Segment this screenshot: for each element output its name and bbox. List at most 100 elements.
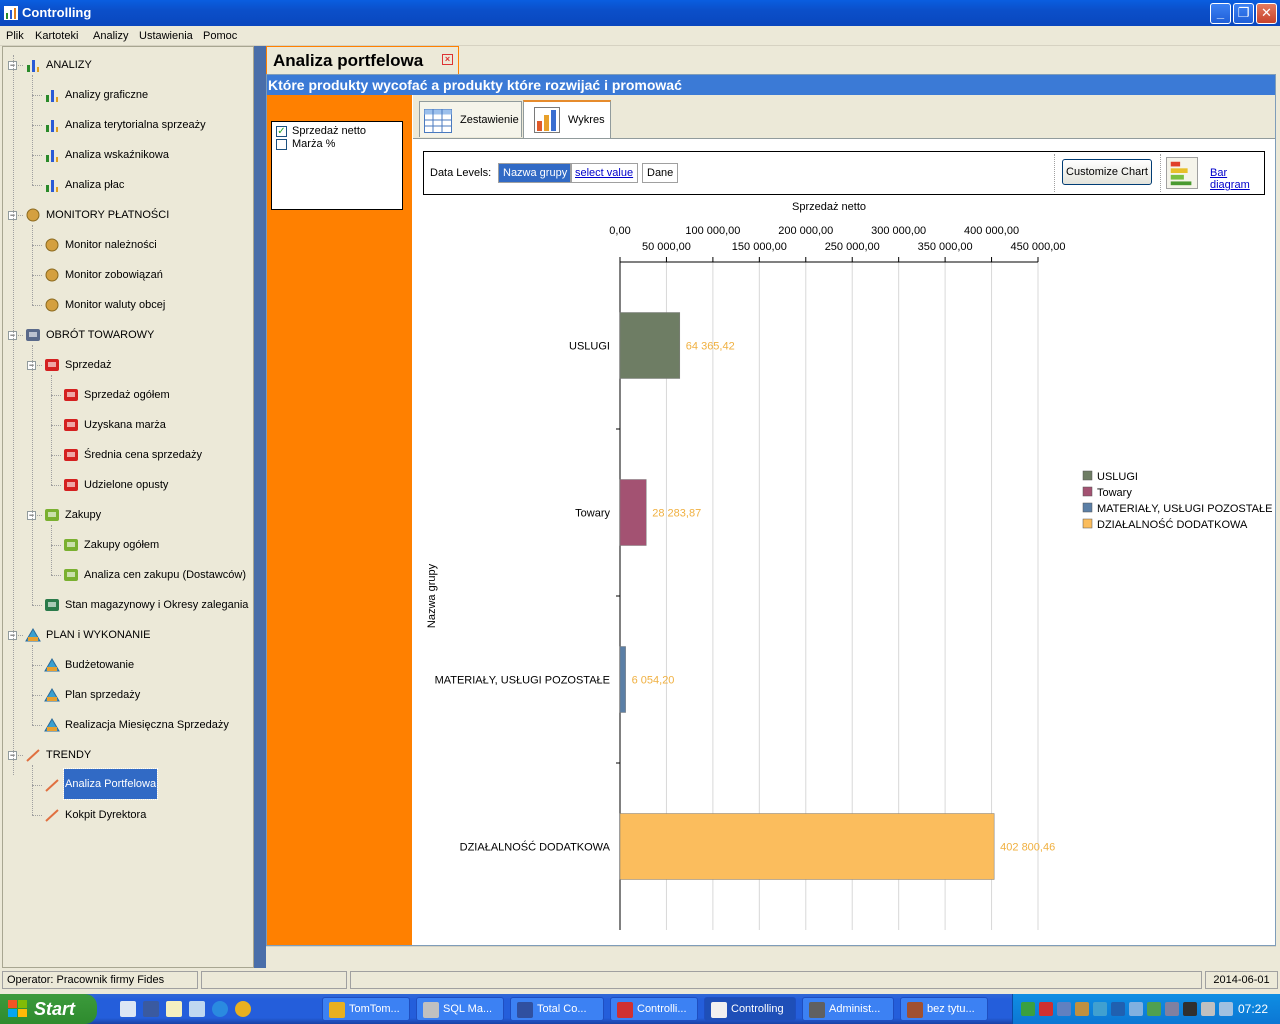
bar [619,646,626,713]
tray-icon[interactable] [1201,1002,1215,1016]
taskbar-task[interactable]: TomTom... [322,997,410,1021]
measure-list: ✓ Sprzedaż netto Marża % [271,121,403,210]
legend-swatch [1082,470,1093,481]
close-button[interactable]: ✕ [1256,3,1277,24]
tray-icon[interactable] [1111,1002,1125,1016]
tree-item-label: PLAN i WYKONANIE [46,629,151,641]
taskbar-task[interactable]: Total Co... [510,997,604,1021]
tray-icon[interactable] [1021,1002,1035,1016]
taskbar-task-label: Total Co... [537,1003,587,1015]
red-cart-icon [63,387,79,403]
chart-area: Zestawienie Wykres Data Levels: Nazwa gr… [413,95,1275,945]
menu-kartoteki[interactable]: Kartoteki [35,30,78,42]
chrome-icon[interactable] [235,1001,251,1017]
tab-zestawienie[interactable]: Zestawienie [419,101,522,137]
status-cell-empty [350,971,1202,989]
tree-item-label: Udzielone opusty [84,479,169,491]
task-app-icon [711,1002,727,1018]
tree-connector [32,785,42,786]
tray-icon[interactable] [1183,1002,1197,1016]
tree-item-label: Monitor zobowiązań [65,269,163,281]
legend-label: DZIAŁALNOŚĆ DODATKOWA [1097,518,1248,531]
tray-icon[interactable] [1147,1002,1161,1016]
tree-item-label: Zakupy [65,509,102,521]
tray-icon[interactable] [1165,1002,1179,1016]
tree-connector [32,815,42,816]
tree-connector [51,575,61,576]
taskbar-task-label: Administ... [829,1003,881,1015]
trend-icon [44,807,60,823]
document-tab[interactable]: Analiza portfelowa × [266,46,459,74]
menu-ustawienia[interactable]: Ustawienia [139,30,193,42]
tree-item-label: Realizacja Miesięczna Sprzedaży [65,719,229,731]
category-label: Towary [575,508,610,520]
basket-icon [44,597,60,613]
tray-icon[interactable] [1057,1002,1071,1016]
quicklaunch-icon[interactable] [189,1001,205,1017]
ie-icon[interactable] [212,1001,228,1017]
tree-connector [51,425,61,426]
data-label: 402 800,46 [1000,842,1055,854]
taskbar-task-label: bez tytu... [927,1003,975,1015]
taskbar-task[interactable]: SQL Ma... [416,997,504,1021]
taskbar-task[interactable]: Administ... [802,997,894,1021]
minimize-button[interactable]: _ [1210,3,1231,24]
quicklaunch-icon[interactable] [166,1001,182,1017]
taskbar-task[interactable]: Controlling [704,997,796,1021]
tray-icon[interactable] [1093,1002,1107,1016]
horizontal-scrollbar[interactable] [266,946,1276,966]
tree-item-label: Średnia cena sprzedaży [84,449,203,461]
tree-connector [51,395,61,396]
legend-swatch [1082,502,1093,513]
clock: 07:22 [1238,1002,1269,1016]
legend-label: MATERIAŁY, USŁUGI POZOSTAŁE [1097,503,1272,515]
tab-close-icon[interactable]: × [442,54,453,65]
tree-item-label: Analiza terytorialna sprzeaży [65,119,206,131]
tree-connector [32,345,33,605]
taskbar-task-label: SQL Ma... [443,1003,493,1015]
tree-connector [32,695,42,696]
menu-pomoc[interactable]: Pomoc [203,30,237,42]
splitter[interactable] [254,46,266,968]
menu-analizy[interactable]: Analizy [93,30,128,42]
menu-plik[interactable]: Plik [6,30,24,42]
bar [619,312,681,379]
chart-icon [44,147,60,163]
tray-icon[interactable] [1039,1002,1053,1016]
taskbar-task[interactable]: bez tytu... [900,997,988,1021]
tree-item-label: Monitor należności [65,239,157,251]
restore-button[interactable]: ❐ [1233,3,1254,24]
taskbar-task[interactable]: Controlli... [610,997,698,1021]
tray-icon[interactable] [1129,1002,1143,1016]
tree-connector [51,545,61,546]
checkbox-unchecked-icon[interactable] [276,139,287,150]
tray-icon[interactable] [1075,1002,1089,1016]
title-bar: Controlling _ ❐ ✕ [0,0,1280,26]
tree-item-label: Sprzedaż ogółem [84,389,170,401]
tree-item-label: Budżetowanie [65,659,135,671]
tree-connector [32,305,42,306]
menu-bar: Plik Kartoteki Analizy Ustawienia Pomoc [0,26,1280,46]
category-label: DZIAŁALNOŚĆ DODATKOWA [460,841,611,854]
tree-item-label: Analiza cen zakupu (Dostawców) [84,569,247,581]
windows-flag-icon [8,1000,27,1017]
tree-connector [32,125,42,126]
chart-icon [44,117,60,133]
bar-chart: 0,00 100 000,00 200 000,00 300 000,00 400 00… [426,201,1272,930]
tree-item-label: Analiza płac [65,179,125,191]
chart-frame: Data Levels: Nazwa grupy select value Da… [413,138,1275,945]
tree-item-label: Analiza wskaźnikowa [65,149,169,161]
trend-icon [44,777,60,793]
quicklaunch-icon[interactable] [143,1001,159,1017]
speaker-icon[interactable] [1219,1002,1233,1016]
tab-wykres[interactable]: Wykres [523,100,611,138]
red-cart-icon [63,417,79,433]
start-button[interactable]: Start [0,994,97,1024]
bar [619,813,995,880]
analysis-header: Które produkty wycofać a produkty które … [267,75,1275,95]
checkbox-checked-icon[interactable]: ✓ [276,126,287,137]
quicklaunch-icon[interactable] [120,1001,136,1017]
x-tick-label: 350 000,00 [918,241,973,253]
green-cart-icon [63,537,79,553]
x-tick-label: 150 000,00 [732,241,787,253]
